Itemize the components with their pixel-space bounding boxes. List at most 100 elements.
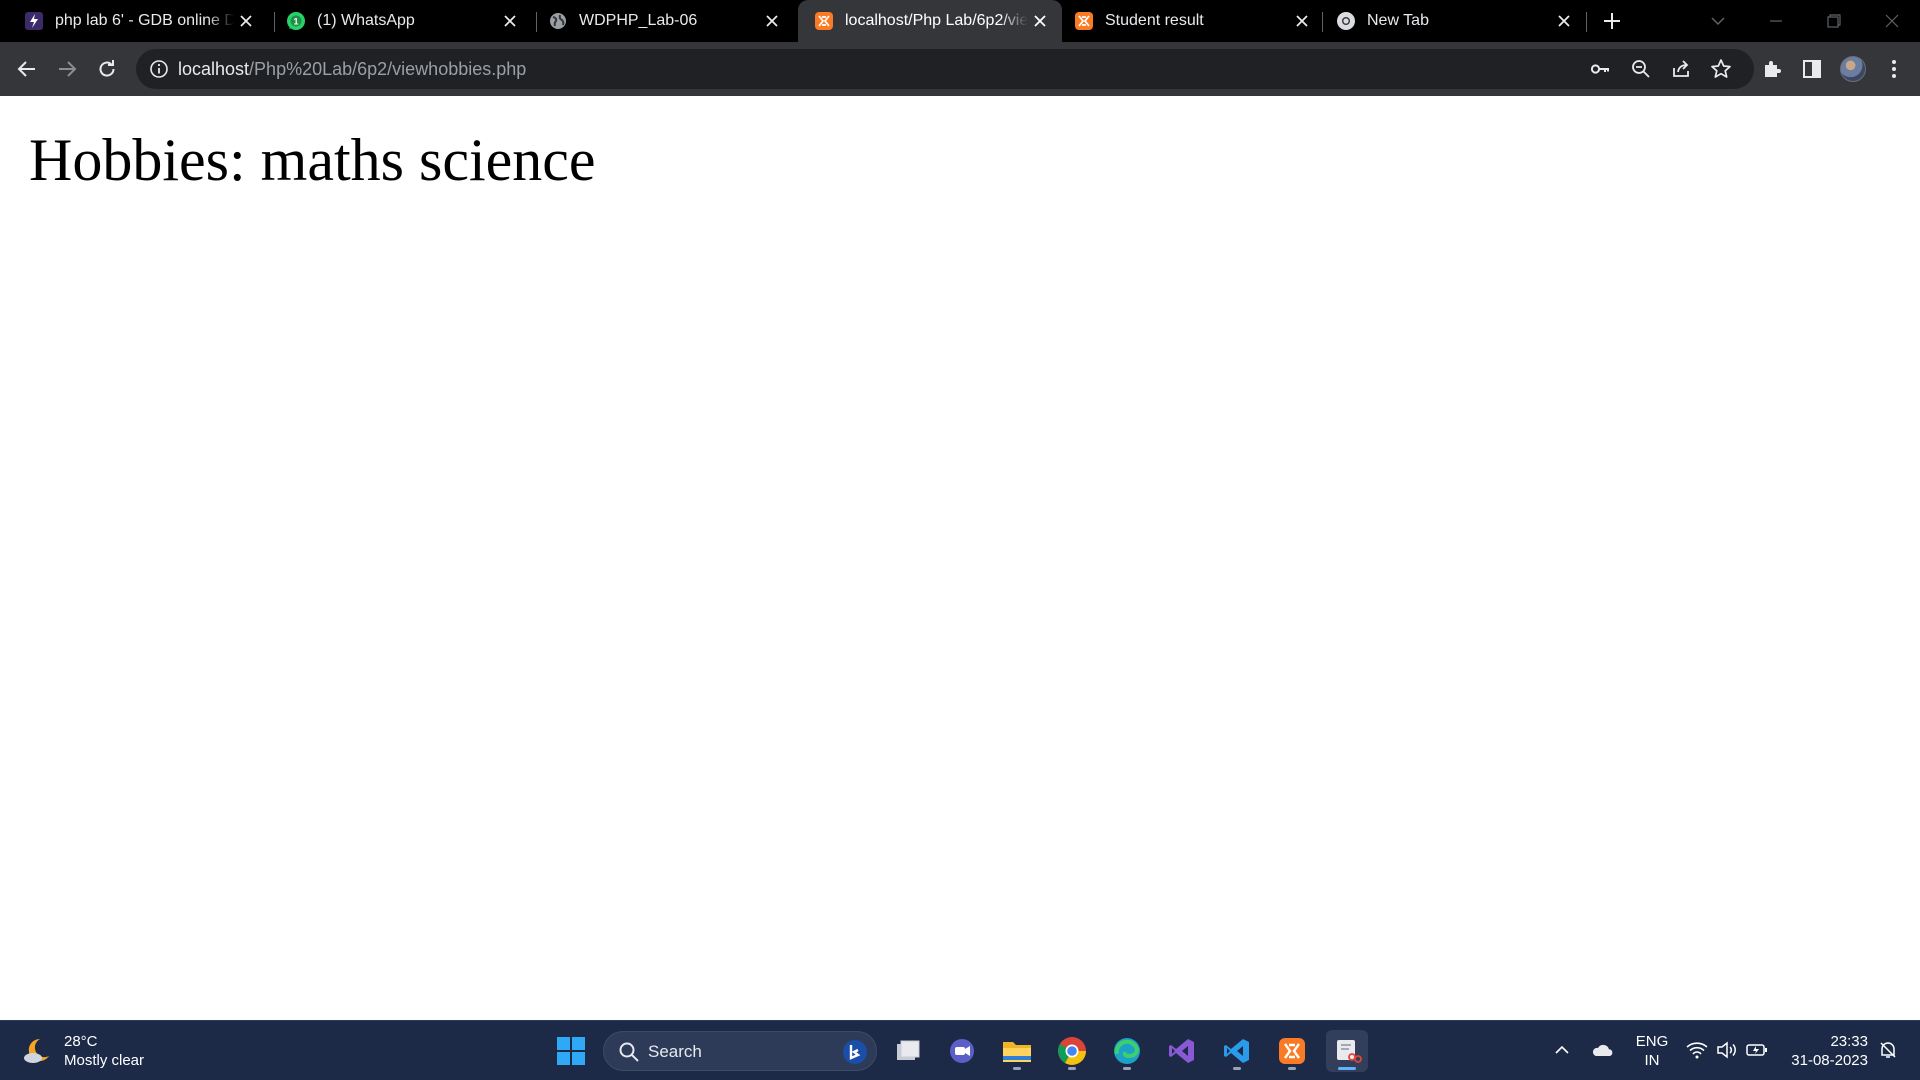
tab-separator (1322, 12, 1323, 32)
vscode-button[interactable] (1216, 1030, 1258, 1072)
star-icon[interactable] (1709, 57, 1733, 81)
svg-text:1: 1 (293, 17, 298, 27)
visual-studio-button[interactable] (1161, 1030, 1203, 1072)
running-indicator (1068, 1067, 1076, 1070)
close-icon[interactable] (498, 9, 522, 33)
tab-title: php lab 6' - GDB online Debugger (55, 12, 234, 29)
moon-cloud-icon (24, 1038, 49, 1063)
zoom-icon[interactable] (1629, 57, 1653, 81)
snipping-tool-button[interactable] (1326, 1030, 1368, 1072)
chrome-icon (1058, 1037, 1086, 1065)
tab-title: Student result (1105, 12, 1204, 29)
language-code: ENG (1635, 1033, 1669, 1050)
tab-title: localhost/Php Lab/6p2/viewhobbies.php (845, 12, 1028, 29)
tab-new-tab[interactable]: New Tab (1324, 0, 1586, 42)
reload-icon (99, 60, 115, 77)
tab-separator (1586, 12, 1587, 32)
running-indicator (1013, 1067, 1021, 1070)
file-explorer-button[interactable] (996, 1030, 1038, 1072)
teams-chat-icon (950, 1039, 974, 1063)
visual-studio-icon (1169, 1039, 1194, 1063)
tab-title: (1) WhatsApp (317, 12, 415, 29)
arrow-right-icon (59, 61, 77, 77)
weather-temperature: 28°C (64, 1033, 98, 1050)
tab-title: WDPHP_Lab-06 (579, 12, 698, 29)
site-info-icon[interactable] (149, 59, 169, 79)
tab-whatsapp[interactable]: 1 (1) WhatsApp (262, 0, 532, 42)
taskbar-search[interactable]: Search (603, 1031, 877, 1071)
running-indicator (1233, 1067, 1241, 1070)
system-clock[interactable]: 23:33 31-08-2023 (1780, 1032, 1868, 1070)
task-view-icon (897, 1040, 920, 1060)
url-host: localhost (178, 59, 250, 79)
tab-search-button[interactable] (1690, 0, 1746, 42)
key-icon[interactable] (1588, 57, 1612, 81)
restore-button[interactable] (1806, 0, 1862, 42)
snipping-tool-icon (1337, 1040, 1362, 1063)
chevron-down-icon (1711, 17, 1725, 26)
url-path: /Php%20Lab/6p2/viewhobbies.php (249, 59, 527, 79)
address-bar[interactable]: localhost/Php%20Lab/6p2/viewhobbies.php (136, 49, 1754, 89)
running-indicator (1288, 1067, 1296, 1070)
language-region: IN (1644, 1052, 1660, 1069)
notifications-button[interactable] (1874, 1036, 1902, 1064)
chrome-icon (1336, 11, 1356, 31)
whatsapp-icon: 1 (286, 11, 306, 31)
weather-condition: Mostly clear (64, 1052, 145, 1069)
minimize-button[interactable] (1748, 0, 1804, 42)
close-icon[interactable] (1552, 9, 1576, 33)
xampp-icon (1279, 1038, 1305, 1064)
close-icon[interactable] (1028, 9, 1052, 33)
windows-start-icon (557, 1037, 585, 1065)
profile-avatar[interactable] (1840, 56, 1866, 82)
xampp-button[interactable] (1271, 1030, 1313, 1072)
input-language-indicator[interactable]: ENG IN (1634, 1032, 1670, 1070)
chevron-up-icon (1555, 1045, 1569, 1054)
share-icon[interactable] (1669, 57, 1693, 81)
globe-icon (548, 11, 568, 31)
show-hidden-icons-button[interactable] (1548, 1036, 1576, 1064)
new-tab-button[interactable] (1598, 7, 1626, 35)
tab-viewhobbies[interactable]: localhost/Php Lab/6p2/viewhobbies.php (798, 0, 1062, 42)
edge-button[interactable] (1106, 1030, 1148, 1072)
tab-gdb-online[interactable]: php lab 6' - GDB online Debugger (0, 0, 268, 42)
running-indicator (1123, 1067, 1131, 1070)
bing-icon (843, 1040, 867, 1064)
search-label: Search (648, 1042, 702, 1061)
task-view-button[interactable] (887, 1030, 929, 1072)
back-button[interactable] (11, 53, 43, 85)
edge-icon (1114, 1038, 1140, 1064)
onedrive-button[interactable] (1588, 1036, 1616, 1064)
browser-toolbar: localhost/Php%20Lab/6p2/viewhobbies.php (0, 42, 1920, 96)
wifi-icon[interactable] (1683, 1036, 1711, 1064)
reload-button[interactable] (91, 53, 123, 85)
gdb-icon (24, 11, 44, 31)
tab-wdphp-lab[interactable]: WDPHP_Lab-06 (524, 0, 794, 42)
tab-strip: php lab 6' - GDB online Debugger 1 (1) W… (0, 0, 1920, 42)
close-window-button[interactable] (1864, 0, 1920, 42)
extensions-icon[interactable] (1760, 57, 1784, 81)
clock-time: 23:33 (1830, 1033, 1868, 1050)
running-indicator (1338, 1067, 1356, 1070)
close-icon[interactable] (1290, 9, 1314, 33)
weather-widget[interactable]: 28°C Mostly clear (20, 1031, 144, 1071)
tab-title: New Tab (1367, 12, 1429, 29)
volume-icon[interactable] (1713, 1036, 1741, 1064)
page-heading: Hobbies: maths science (29, 127, 596, 193)
onedrive-cloud-icon (1592, 1044, 1613, 1056)
close-icon[interactable] (760, 9, 784, 33)
tab-student-result[interactable]: Student result (1062, 0, 1324, 42)
close-icon[interactable] (234, 9, 258, 33)
clock-date: 31-08-2023 (1791, 1052, 1868, 1069)
battery-icon[interactable] (1743, 1036, 1771, 1064)
close-icon (1885, 14, 1899, 28)
teams-chat-button[interactable] (941, 1030, 983, 1072)
more-menu-icon[interactable] (1882, 57, 1906, 81)
side-panel-icon[interactable] (1800, 57, 1824, 81)
page-viewport: Hobbies: maths science (0, 96, 1920, 1020)
chrome-taskbar-button[interactable] (1051, 1030, 1093, 1072)
forward-button[interactable] (51, 53, 83, 85)
start-button[interactable] (550, 1030, 592, 1072)
vscode-icon (1224, 1039, 1249, 1063)
notification-bell-icon (1880, 1042, 1896, 1058)
